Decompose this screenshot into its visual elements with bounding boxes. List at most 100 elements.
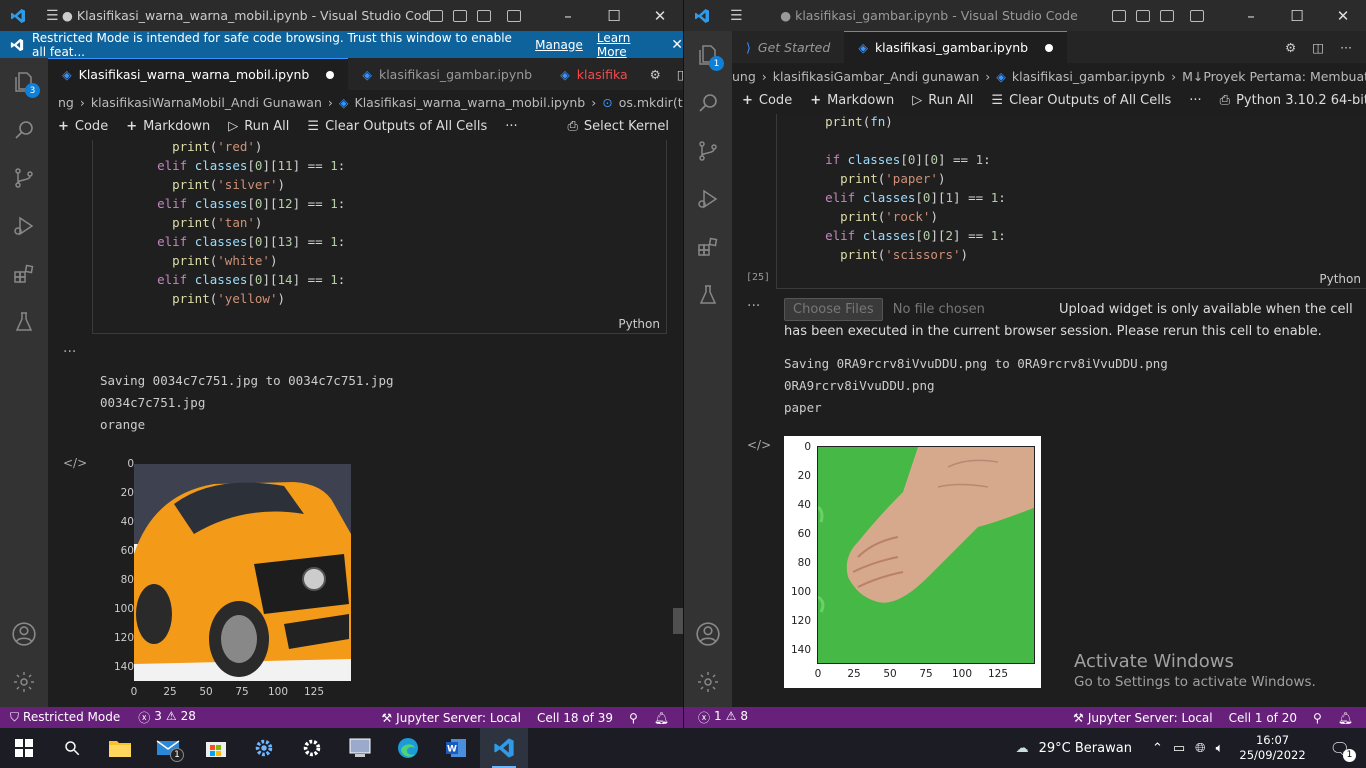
output-code-icon[interactable]: </>: [63, 456, 87, 470]
minimize-button[interactable]: –: [1228, 7, 1274, 25]
maximize-button[interactable]: ☐: [591, 7, 637, 25]
close-button[interactable]: ✕: [637, 7, 683, 25]
toggle-secondary-sidebar-icon[interactable]: [1160, 9, 1174, 22]
edge-icon[interactable]: [384, 728, 432, 768]
more-button[interactable]: ···: [1189, 93, 1201, 108]
run-debug-icon[interactable]: [0, 202, 48, 250]
source-control-icon[interactable]: [0, 154, 48, 202]
code-cell[interactable]: print('red') elif classes[0][11] == 1: p…: [92, 140, 667, 334]
gear-icon[interactable]: ⚙: [1277, 40, 1304, 55]
cell-position[interactable]: Cell 1 of 20: [1229, 711, 1297, 725]
breadcrumb-item[interactable]: os.mkdir(train_dir): [619, 95, 683, 110]
select-kernel-button[interactable]: ⎙ Select Kernel: [568, 119, 669, 134]
menu-icon[interactable]: ☰: [730, 8, 746, 24]
notifications-icon[interactable]: 🗨︎ 1: [1330, 739, 1356, 762]
volume-icon[interactable]: 🔈︎: [1216, 741, 1224, 756]
code-editor[interactable]: print('red') elif classes[0][11] == 1: p…: [142, 140, 345, 308]
clock[interactable]: 16:07 25/09/2022: [1239, 733, 1305, 763]
start-button[interactable]: [0, 728, 48, 768]
menu-icon[interactable]: ☰: [46, 8, 62, 24]
breadcrumb-item[interactable]: ng: [58, 95, 74, 110]
mail-icon[interactable]: 1: [144, 728, 192, 768]
toggle-sidebar-icon[interactable]: [429, 9, 443, 22]
network-icon[interactable]: 🌐︎: [1195, 741, 1205, 756]
search-icon[interactable]: [48, 728, 96, 768]
customize-layout-icon[interactable]: [507, 9, 521, 22]
add-code-button[interactable]: + Code: [58, 119, 108, 134]
explorer-icon[interactable]: 1: [684, 31, 732, 79]
tab-klasifikasi-warna[interactable]: ◈ Klasifikasi_warna_warna_mobil.ipynb: [48, 58, 349, 90]
customize-layout-icon[interactable]: [1190, 9, 1204, 22]
testing-icon[interactable]: [0, 298, 48, 346]
clear-outputs-button[interactable]: ☰ Clear Outputs of All Cells: [307, 119, 487, 134]
maximize-button[interactable]: ☐: [1274, 7, 1320, 25]
vscode-taskbar-icon[interactable]: [480, 728, 528, 768]
chevron-up-icon[interactable]: ⌃: [1152, 741, 1163, 756]
jupyter-server-status[interactable]: ⚒ Jupyter Server: Local: [381, 711, 521, 725]
restricted-mode-status[interactable]: ⛉ Restricted Mode: [10, 710, 120, 725]
tab-get-started[interactable]: ⟩ Get Started: [732, 31, 844, 63]
toggle-panel-icon[interactable]: [453, 9, 467, 22]
gear-icon[interactable]: ⚙: [642, 67, 669, 82]
run-all-button[interactable]: ▷ Run All: [228, 119, 289, 134]
source-control-icon[interactable]: [684, 127, 732, 175]
feedback-icon[interactable]: ⚲: [629, 711, 638, 725]
breadcrumb-item[interactable]: klasifikasiWarnaMobil_Andi Gunawan: [91, 95, 322, 110]
close-banner-icon[interactable]: ✕: [671, 37, 683, 53]
problems-status[interactable]: ⓧ 1 ⚠ 8: [698, 709, 748, 726]
manage-gear-icon[interactable]: [684, 658, 732, 706]
search-icon[interactable]: [0, 106, 48, 154]
tab-klasifikasi-gambar[interactable]: ◈ klasifikasi_gambar.ipynb: [348, 58, 546, 90]
explorer-icon[interactable]: 3: [0, 58, 48, 106]
learn-more-link[interactable]: Learn More: [597, 31, 657, 59]
add-markdown-button[interactable]: + Markdown: [810, 93, 894, 108]
extensions-icon[interactable]: [0, 250, 48, 298]
cell-language[interactable]: Python: [618, 317, 660, 331]
search-icon[interactable]: [684, 79, 732, 127]
output-more-icon[interactable]: ···: [747, 298, 760, 314]
feedback-icon[interactable]: ⚲: [1313, 711, 1322, 725]
breadcrumb-item[interactable]: klasifikasi_gambar.ipynb: [1012, 69, 1165, 84]
breadcrumb-item[interactable]: ung: [732, 69, 756, 84]
tab-klasifika[interactable]: ◈ klasifika: [546, 58, 642, 90]
breadcrumb-item[interactable]: klasifikasiGambar_Andi gunawan: [773, 69, 980, 84]
manage-link[interactable]: Manage: [535, 38, 583, 52]
toggle-secondary-sidebar-icon[interactable]: [477, 9, 491, 22]
add-markdown-button[interactable]: + Markdown: [126, 119, 210, 134]
manage-gear-icon[interactable]: [0, 658, 48, 706]
bell-icon[interactable]: 🔔︎: [1338, 711, 1353, 725]
output-more-icon[interactable]: ···: [63, 344, 76, 360]
code-cell[interactable]: print(fn) if classes[0][0] == 1: print('…: [776, 114, 1366, 289]
split-editor-icon[interactable]: ◫: [669, 67, 683, 82]
toggle-panel-icon[interactable]: [1136, 9, 1150, 22]
cell-position[interactable]: Cell 18 of 39: [537, 711, 613, 725]
split-editor-icon[interactable]: ◫: [1304, 40, 1332, 55]
tab-klasifikasi-gambar[interactable]: ◈ klasifikasi_gambar.ipynb: [844, 31, 1068, 63]
breadcrumb-item[interactable]: M↓Proyek Pertama: Membuat Model N: [1182, 69, 1366, 84]
word-icon[interactable]: W: [432, 728, 480, 768]
output-code-icon[interactable]: </>: [747, 438, 771, 452]
bell-icon[interactable]: 🔔︎: [654, 711, 669, 725]
file-explorer-icon[interactable]: [96, 728, 144, 768]
weather-text[interactable]: 29°C Berawan: [1039, 741, 1132, 756]
store-icon[interactable]: [192, 728, 240, 768]
clear-outputs-button[interactable]: ☰ Clear Outputs of All Cells: [991, 93, 1171, 108]
weather-icon[interactable]: ☁: [1016, 741, 1029, 756]
extensions-icon[interactable]: [684, 223, 732, 271]
run-debug-icon[interactable]: [684, 175, 732, 223]
choose-files-button[interactable]: Choose Files: [784, 298, 883, 321]
add-code-button[interactable]: + Code: [742, 93, 792, 108]
minimize-button[interactable]: –: [545, 7, 591, 25]
scrollbar-thumb[interactable]: [673, 608, 683, 634]
accounts-icon[interactable]: [0, 610, 48, 658]
more-button[interactable]: ···: [505, 119, 517, 134]
breadcrumb-item[interactable]: Klasifikasi_warna_warna_mobil.ipynb: [355, 95, 586, 110]
more-actions-icon[interactable]: ···: [1332, 40, 1366, 55]
settings-gear-icon[interactable]: [288, 728, 336, 768]
toggle-sidebar-icon[interactable]: [1112, 9, 1126, 22]
testing-icon[interactable]: [684, 271, 732, 319]
run-all-button[interactable]: ▷ Run All: [912, 93, 973, 108]
close-button[interactable]: ✕: [1320, 7, 1366, 25]
jupyter-server-status[interactable]: ⚒ Jupyter Server: Local: [1073, 711, 1213, 725]
kernel-button[interactable]: ⎙ Python 3.10.2 64-bit: [1220, 93, 1366, 108]
